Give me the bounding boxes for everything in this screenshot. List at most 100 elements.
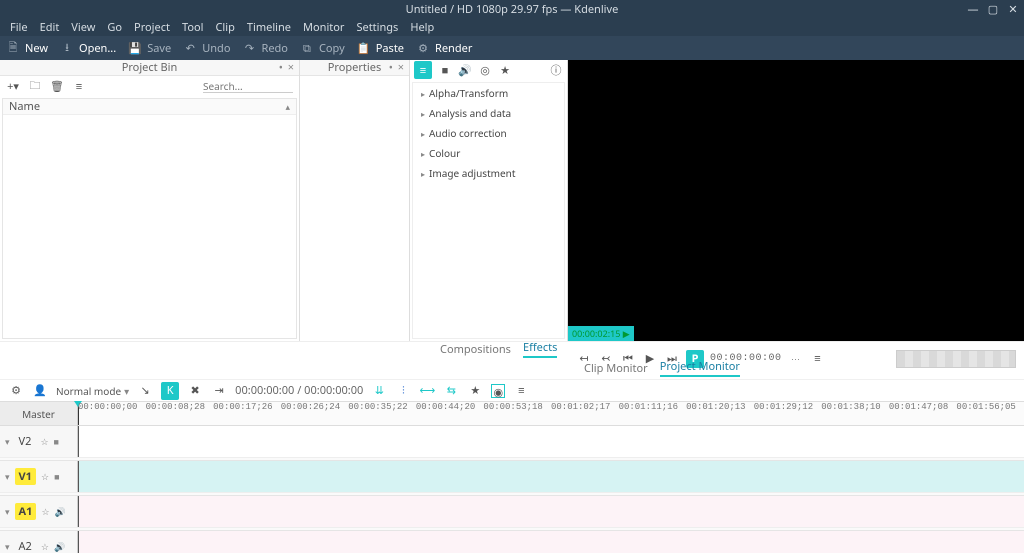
- mute-icon[interactable]: ☆: [41, 505, 49, 518]
- properties-panel: Properties • ×: [300, 60, 410, 341]
- new-icon: 🗎: [6, 41, 20, 55]
- favorite-effects-icon[interactable]: ★: [467, 383, 483, 398]
- fx-category[interactable]: Image adjustment: [413, 163, 564, 183]
- monitor-more-icon[interactable]: ⋯: [788, 352, 804, 365]
- ruler-tick: 00:01:47;08: [889, 402, 948, 412]
- menu-go[interactable]: Go: [101, 20, 128, 35]
- fx-category[interactable]: Analysis and data: [413, 103, 564, 123]
- panel-menu-icon[interactable]: • ×: [279, 60, 295, 75]
- video-fx-icon[interactable]: ■: [438, 63, 452, 77]
- timeline: Master 00:00:00;0000:00:08;2800:00:17;26…: [0, 401, 1024, 553]
- razor-tool-icon[interactable]: K: [161, 382, 179, 400]
- window-title: Untitled / HD 1080p 29.97 fps — Kdenlive: [406, 2, 619, 17]
- bin-search-input[interactable]: [203, 79, 293, 93]
- minimize-icon[interactable]: —: [966, 2, 980, 16]
- track-head-v1[interactable]: ▾ V1 ☆ ■: [0, 461, 78, 492]
- master-track-button[interactable]: Master: [0, 402, 77, 426]
- selection-tool-icon[interactable]: ↘: [137, 383, 153, 398]
- collapse-icon[interactable]: ▾: [5, 505, 10, 518]
- fx-category[interactable]: Alpha/Transform: [413, 83, 564, 103]
- video-icon[interactable]: ■: [54, 470, 59, 483]
- fx-info-icon[interactable]: ⓘ: [549, 63, 563, 77]
- lift-mode-icon[interactable]: ⇆: [443, 383, 459, 398]
- fx-category[interactable]: Colour: [413, 143, 564, 163]
- save-button[interactable]: 💾Save: [128, 41, 173, 56]
- main-toolbar: 🗎New ⭳Open... 💾Save ↶Undo ↷Redo ⧉Copy 📋P…: [0, 36, 1024, 60]
- custom-fx-icon[interactable]: ◎: [478, 63, 492, 77]
- ruler-tick: 00:00:08;28: [146, 402, 205, 412]
- add-folder-icon[interactable]: 🗀: [28, 79, 42, 93]
- new-button[interactable]: 🗎New: [6, 41, 50, 56]
- mute-icon[interactable]: ☆: [40, 435, 48, 448]
- menu-project[interactable]: Project: [128, 20, 176, 35]
- timeline-toolbar: ⚙ 👤 Normal mode▾ ↘ K ✖ ⇥ 00:00:00:00 / 0…: [0, 379, 1024, 401]
- timeline-settings-icon[interactable]: ⚙: [8, 383, 24, 398]
- add-clip-icon[interactable]: +▾: [6, 79, 20, 93]
- properties-header: Properties • ×: [300, 60, 409, 76]
- spacer-tool-icon[interactable]: ✖: [187, 383, 203, 398]
- monitor-list-icon[interactable]: ≡: [810, 351, 826, 366]
- track-body-a1[interactable]: [78, 496, 1024, 527]
- tab-clip-monitor[interactable]: Clip Monitor: [584, 361, 648, 377]
- favorite-fx-icon[interactable]: ★: [498, 63, 512, 77]
- project-bin-list[interactable]: Name ▴: [2, 98, 297, 339]
- track-head-v2[interactable]: ▾ V2 ☆ ■: [0, 426, 78, 457]
- sort-icon[interactable]: ▴: [285, 100, 290, 113]
- audio-icon[interactable]: 🔊: [54, 540, 65, 553]
- menu-monitor[interactable]: Monitor: [297, 20, 350, 35]
- copy-button[interactable]: ⧉Copy: [300, 41, 347, 56]
- maximize-icon[interactable]: ▢: [986, 2, 1000, 16]
- video-icon[interactable]: ■: [54, 435, 59, 448]
- bin-options-icon[interactable]: ≡: [72, 79, 86, 93]
- menu-view[interactable]: View: [65, 20, 101, 35]
- track-head-a2[interactable]: ▾ A2 ☆ 🔊: [0, 531, 78, 553]
- ruler-tick: 00:01:38;10: [821, 402, 880, 412]
- tab-project-monitor[interactable]: Project Monitor: [660, 359, 740, 377]
- close-icon[interactable]: ✕: [1006, 2, 1020, 16]
- render-button[interactable]: ⚙Render: [416, 41, 474, 56]
- edit-mode-select[interactable]: Normal mode▾: [56, 384, 129, 398]
- preview-render-icon[interactable]: ◉: [491, 384, 505, 398]
- collapse-icon[interactable]: ▾: [5, 470, 10, 483]
- insert-mode-icon[interactable]: ⇊: [371, 383, 387, 398]
- save-icon: 💾: [128, 41, 142, 55]
- timeline-ruler[interactable]: 00:00:00;0000:00:08;2800:00:17;2600:00:2…: [78, 402, 1024, 426]
- ruler-tick: 00:00:26;24: [281, 402, 340, 412]
- redo-button[interactable]: ↷Redo: [242, 41, 289, 56]
- mute-icon[interactable]: ☆: [41, 470, 49, 483]
- overwrite-mode-icon[interactable]: ⫶: [395, 383, 411, 398]
- bin-column-name[interactable]: Name: [9, 99, 40, 114]
- menu-settings[interactable]: Settings: [350, 20, 404, 35]
- extract-mode-icon[interactable]: ⟷: [419, 383, 435, 398]
- fit-zoom-icon[interactable]: ⇥: [211, 383, 227, 398]
- track-body-a2[interactable]: [78, 531, 1024, 553]
- menu-help[interactable]: Help: [404, 20, 440, 35]
- track-head-a1[interactable]: ▾ A1 ☆ 🔊: [0, 496, 78, 527]
- collapse-icon[interactable]: ▾: [5, 540, 10, 553]
- collapse-icon[interactable]: ▾: [5, 435, 10, 448]
- track-body-v1[interactable]: [78, 461, 1024, 492]
- undo-button[interactable]: ↶Undo: [183, 41, 232, 56]
- tab-effects[interactable]: Effects: [523, 340, 557, 358]
- monitor-viewport[interactable]: 00:00:02:15 ▶: [568, 60, 1024, 341]
- timeline-user-icon[interactable]: 👤: [32, 383, 48, 398]
- menu-clip[interactable]: Clip: [209, 20, 240, 35]
- track-body-v2[interactable]: [78, 426, 1024, 457]
- tab-compositions[interactable]: Compositions: [440, 342, 511, 358]
- menu-file[interactable]: File: [4, 20, 34, 35]
- panel-menu-icon[interactable]: • ×: [389, 60, 405, 75]
- audio-fx-icon[interactable]: 🔊: [458, 63, 472, 77]
- mute-icon[interactable]: ☆: [41, 540, 49, 553]
- delete-clip-icon[interactable]: 🗑: [50, 79, 64, 93]
- effects-main-icon[interactable]: ≡: [414, 61, 432, 79]
- menu-timeline[interactable]: Timeline: [241, 20, 297, 35]
- open-button[interactable]: ⭳Open...: [60, 41, 118, 56]
- timeline-position-tc[interactable]: 00:00:00:00 / 00:00:00:00: [235, 383, 363, 398]
- fx-category[interactable]: Audio correction: [413, 123, 564, 143]
- monitor-scrubber[interactable]: [896, 350, 1016, 368]
- paste-button[interactable]: 📋Paste: [357, 41, 406, 56]
- menu-tool[interactable]: Tool: [176, 20, 210, 35]
- audio-icon[interactable]: 🔊: [55, 505, 66, 518]
- menu-edit[interactable]: Edit: [34, 20, 66, 35]
- timeline-menu-icon[interactable]: ≡: [513, 383, 529, 398]
